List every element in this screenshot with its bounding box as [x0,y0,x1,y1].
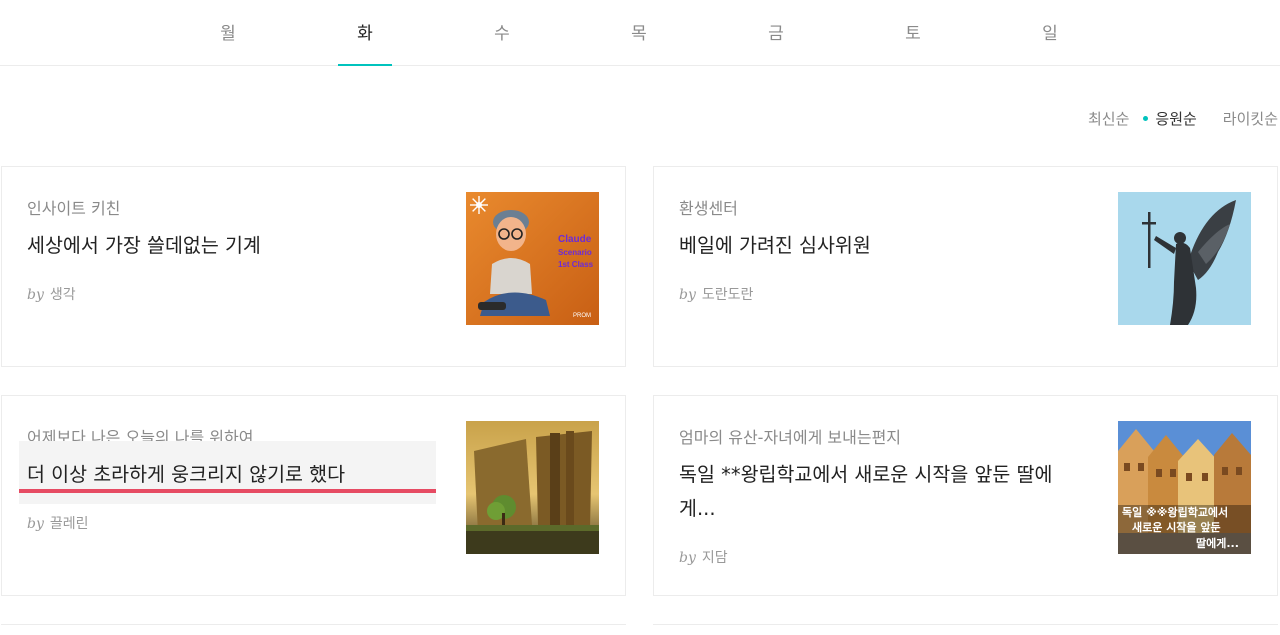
author-name: 지담 [701,550,728,566]
sort-cheer[interactable]: 응원순 [1141,108,1197,129]
article-thumbnail: Claude Scenario 1st Class PROM [466,192,599,325]
author-name: 도란도란 [701,287,754,303]
tab-thursday[interactable]: 목 [612,0,666,66]
author-name: 끌레린 [49,516,89,532]
weekday-tab-bar: 월 화 수 목 금 토 일 [0,0,1280,66]
thumbnail-brand: PROM [573,313,591,319]
sort-likeit[interactable]: 라이킷순 [1209,108,1278,129]
sort-likeit-label: 라이킷순 [1222,109,1278,128]
tab-friday[interactable]: 금 [749,0,803,66]
author-line: by 끌레린 [27,513,89,533]
tab-tuesday[interactable]: 화 [338,0,392,66]
thumbnail-text-3: 딸에게... [1196,536,1239,550]
sort-cheer-label: 응원순 [1155,109,1197,128]
sparkle-icon [470,196,488,214]
author-prefix: by [679,287,696,303]
thumbnail-text-1: Claude [558,234,592,245]
article-title: 베일에 가려진 심사위원 [679,234,871,257]
article-title: 독일 **왕립학교에서 새로운 시작을 앞둔 딸에게... [679,463,1053,520]
article-card[interactable]: 환생센터 베일에 가려진 심사위원 by 도란도란 [653,166,1278,367]
magazine-name: 환생센터 [679,199,738,218]
article-title: 더 이상 초라하게 웅크리지 않기로 했다 [27,463,346,486]
magazine-name: 인사이트 키친 [27,199,121,218]
author-prefix: by [27,516,44,532]
open-book-image [466,421,599,554]
author-name: 생각 [49,287,76,303]
tab-sunday[interactable]: 일 [1023,0,1077,66]
sort-options: 최신순 응원순 라이킷순 [1062,104,1278,132]
thumbnail-text-1: 독일 ※※왕립학교에서 [1122,505,1228,519]
article-title: 세상에서 가장 쓸데없는 기계 [27,234,261,257]
author-prefix: by [679,550,696,566]
thumbnail-text-2: Scenario [558,248,592,257]
author-prefix: by [27,287,44,303]
thumbnail-text-2: 새로운 시작을 앞둔 [1132,520,1221,534]
article-thumbnail [1118,192,1251,325]
author-line: by 도란도란 [679,284,753,304]
article-thumbnail: 독일 ※※왕립학교에서 새로운 시작을 앞둔 딸에게... [1118,421,1251,554]
sort-latest-label: 최신순 [1087,109,1130,128]
author-line: by 생각 [27,284,76,304]
article-thumbnail [466,421,599,554]
article-card[interactable]: 인사이트 키친 세상에서 가장 쓸데없는 기계 by 생각 Claude Sce… [1,166,626,367]
angel-statue-image [1118,192,1251,325]
magazine-name: 엄마의 유산-자녀에게 보내는편지 [679,428,902,447]
author-line: by 지담 [679,547,728,567]
german-town-image: 독일 ※※왕립학교에서 새로운 시작을 앞둔 딸에게... [1118,421,1251,554]
tab-saturday[interactable]: 토 [886,0,940,66]
tab-wednesday[interactable]: 수 [475,0,529,66]
selected-dot-icon [1143,116,1149,121]
article-card[interactable]: 엄마의 유산-자녀에게 보내는편지 독일 **왕립학교에서 새로운 시작을 앞둔… [653,395,1278,596]
tab-monday[interactable]: 월 [201,0,255,66]
thumbnail-text-3: 1st Class [558,260,594,269]
thumbnail-illustration: Claude Scenario 1st Class PROM [466,192,599,325]
sort-latest[interactable]: 최신순 [1074,108,1129,129]
